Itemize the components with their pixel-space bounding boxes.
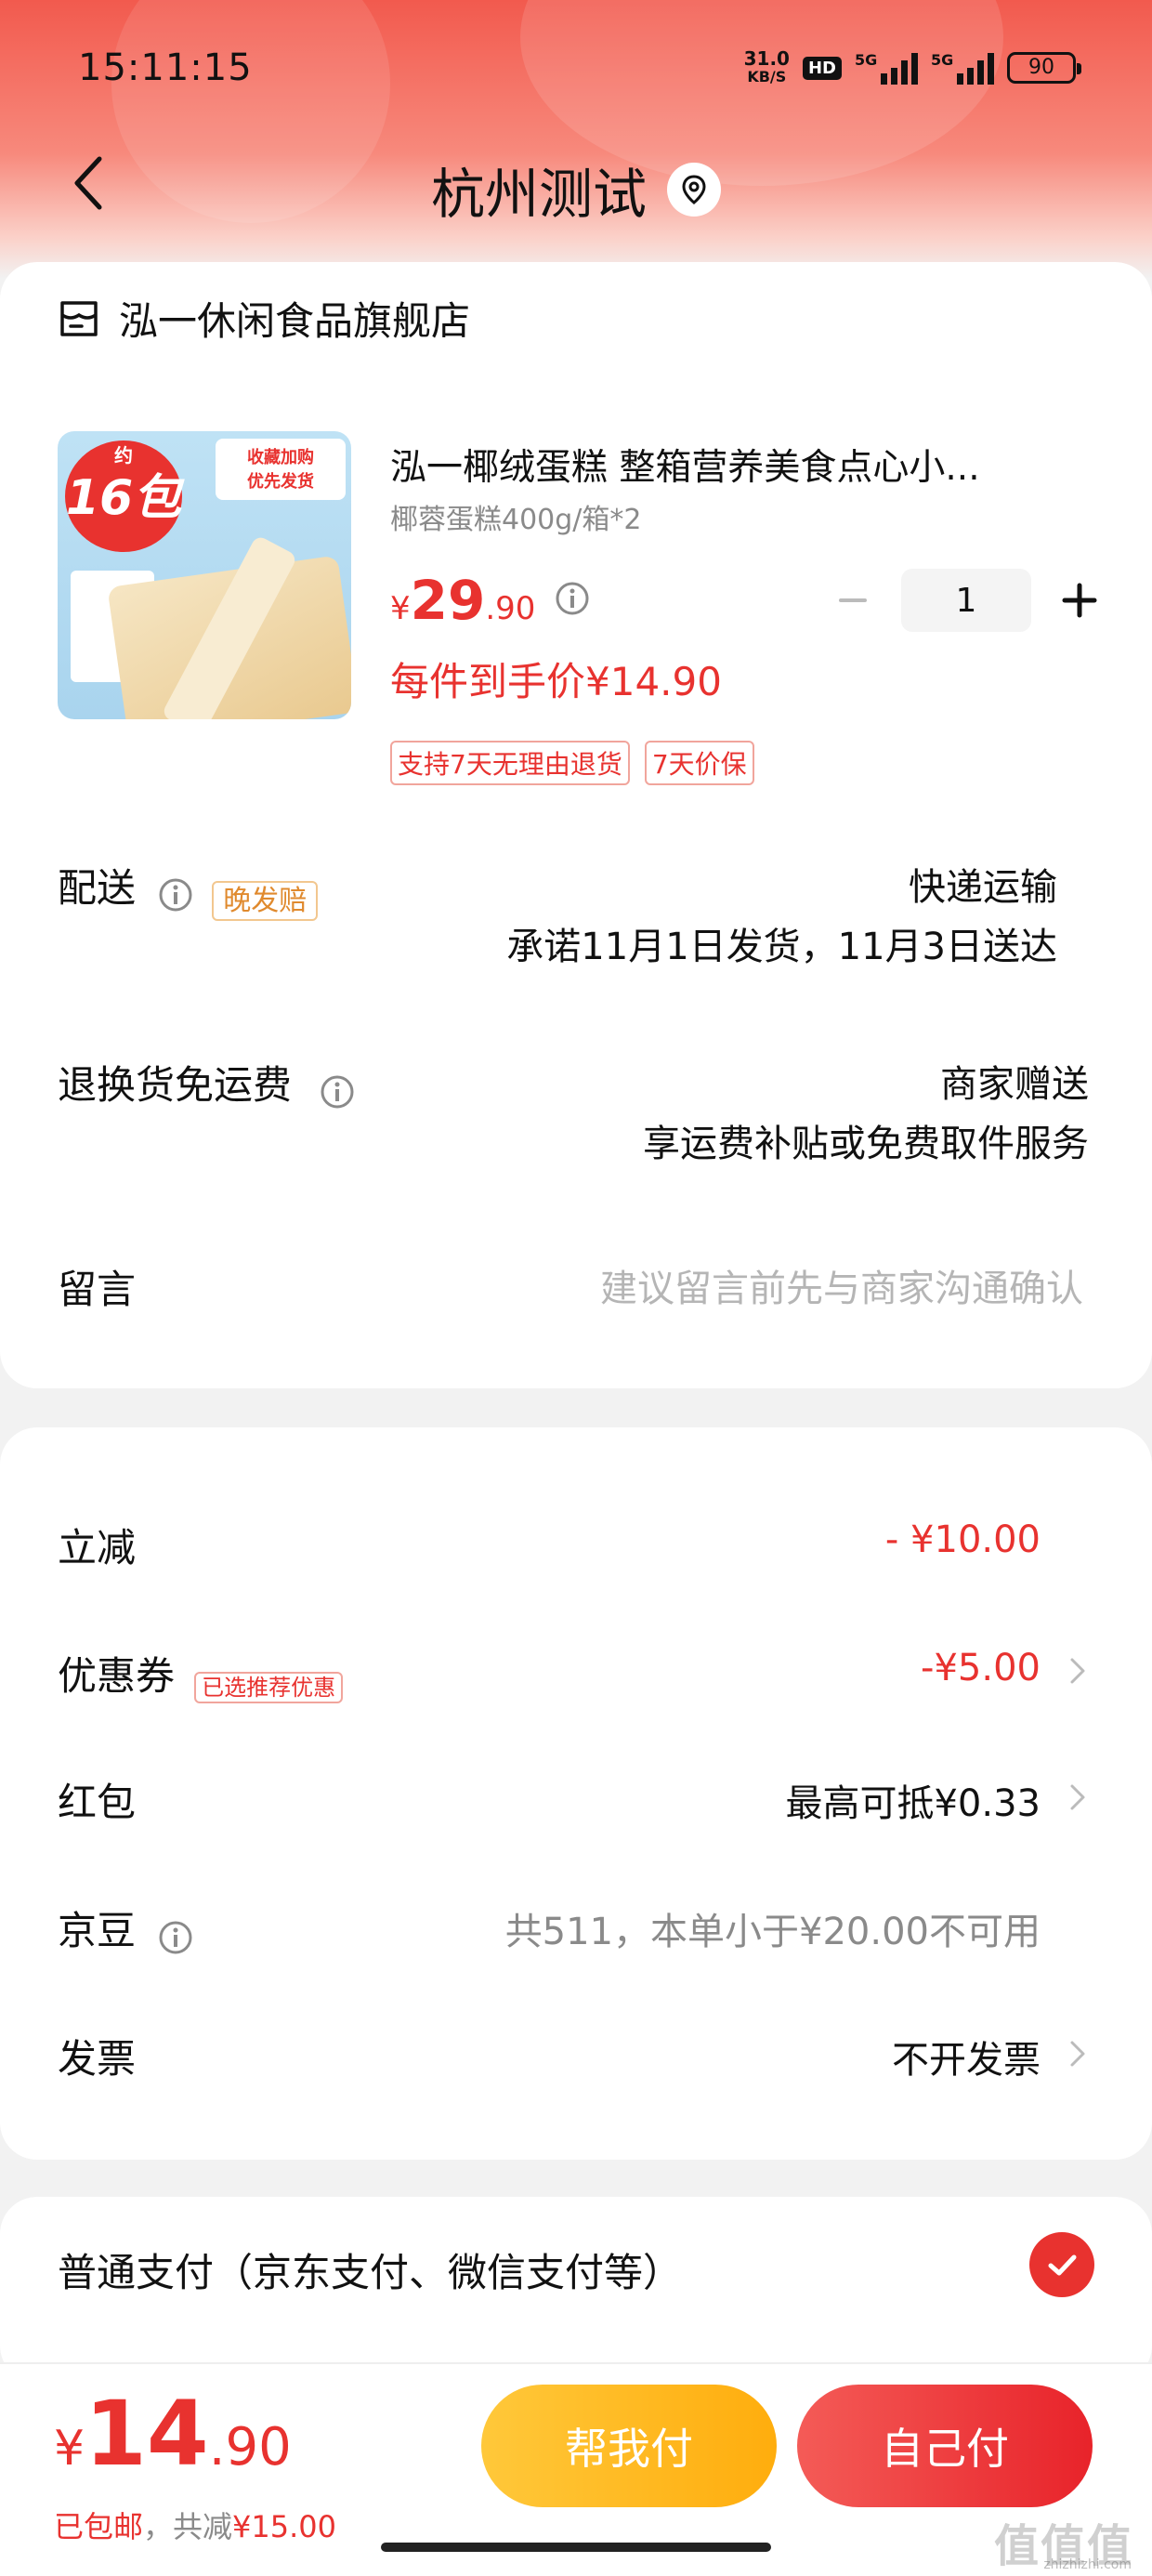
page-title: 杭州测试 <box>430 163 647 226</box>
home-indicator[interactable] <box>381 2543 771 2552</box>
order-item-card: 泓一休闲食品旗舰店 约 16包 收藏加购 优先发货 泓一椰绒蛋糕 整箱营养美食点… <box>0 262 1152 1388</box>
late-compensation-badge[interactable]: 晚发赔 <box>212 880 319 921</box>
service-tags: 支持7天无理由退货 7天价保 <box>390 741 754 785</box>
delivery-promise: 承诺11月1日发货，11月3日送达 <box>506 926 1057 968</box>
coupon-row[interactable]: 优惠券 已选推荐优惠 -¥5.00 <box>58 1645 1089 1703</box>
message-input[interactable]: 建议留言前先与商家沟通确认 <box>600 1258 1083 1312</box>
invoice-value: 不开发票 <box>892 2039 1041 2082</box>
discount-card: 立减 - ¥10.00 优惠券 已选推荐优惠 -¥5.00 红包 最高可抵¥0.… <box>0 1427 1152 2160</box>
store-header[interactable]: 泓一休闲食品旗舰店 <box>58 290 470 347</box>
instant-discount-row: 立减 - ¥10.00 <box>58 1517 1089 1572</box>
message-row: 留言 建议留言前先与商家沟通确认 <box>58 1258 1089 1323</box>
pack-count-badge: 约 16包 <box>65 440 182 552</box>
savings-summary: 已包邮，共减¥15.00 <box>54 2509 336 2544</box>
product-image[interactable]: 约 16包 收藏加购 优先发货 <box>58 431 351 719</box>
decrease-button[interactable] <box>827 574 879 626</box>
signal-icon-2: 5G <box>931 51 994 85</box>
price-info-icon[interactable] <box>554 580 591 617</box>
return-info-icon[interactable] <box>319 1073 356 1111</box>
help-pay-button[interactable]: 帮我付 <box>481 2385 777 2507</box>
delivery-row[interactable]: 配送 晚发赔 快递运输 承诺11月1日发货，11月3日送达 <box>58 857 1089 968</box>
payment-option-row[interactable]: 普通支付（京东支付、微信支付等） <box>58 2241 1089 2297</box>
coupon-chevron-icon <box>1070 1658 1085 1684</box>
return-shipping-desc: 享运费补贴或免费取件服务 <box>643 1123 1089 1165</box>
message-label: 留言 <box>58 1267 137 1312</box>
nav-title-group: 杭州测试 <box>0 151 1152 229</box>
recommended-coupon-badge: 已选推荐优惠 <box>194 1672 344 1703</box>
image-promo-tag: 收藏加购 优先发货 <box>216 439 346 500</box>
red-packet-label: 红包 <box>58 1780 137 1825</box>
return-shipping-label: 退换货免运费 <box>58 1062 293 1108</box>
quantity-stepper: 1 <box>827 569 1106 632</box>
jd-beans-row: 京豆 共511，本单小于¥20.00不可用 <box>58 1899 1089 1955</box>
network-speed: 31.0 KB/S <box>743 47 790 85</box>
location-pin-icon <box>682 175 706 204</box>
signal-icon-1: 5G <box>855 51 918 85</box>
return-shipping-row[interactable]: 退换货免运费 商家赠送 享运费补贴或免费取件服务 <box>58 1054 1089 1165</box>
status-bar: 15:11:15 31.0 KB/S HD 5G 5G 90 <box>0 37 1152 102</box>
delivery-method: 快递运输 <box>909 866 1057 909</box>
self-pay-button[interactable]: 自己付 <box>797 2385 1093 2507</box>
quantity-value[interactable]: 1 <box>901 569 1031 632</box>
store-icon <box>60 300 98 336</box>
jd-beans-label: 京豆 <box>58 1908 137 1953</box>
delivery-info-icon[interactable] <box>157 876 194 913</box>
jd-beans-info-icon[interactable] <box>157 1919 194 1956</box>
red-packet-row[interactable]: 红包 最高可抵¥0.33 <box>58 1771 1089 1827</box>
product-spec: 椰蓉蛋糕400g/箱*2 <box>390 504 642 536</box>
increase-button[interactable] <box>1054 574 1106 626</box>
store-name: 泓一休闲食品旗舰店 <box>119 298 471 344</box>
status-time: 15:11:15 <box>78 46 253 89</box>
minus-icon <box>839 598 867 602</box>
red-packet-chevron-icon <box>1070 1784 1085 1810</box>
payment-card: 普通支付（京东支付、微信支付等） <box>0 2197 1152 2383</box>
delivery-label: 配送 <box>58 865 137 911</box>
invoice-chevron-icon <box>1070 2041 1085 2067</box>
nav-bar: 杭州测试 <box>0 139 1152 232</box>
unit-final-price: 每件到手价¥14.90 <box>390 659 722 704</box>
return-policy-tag[interactable]: 支持7天无理由退货 <box>390 741 630 785</box>
watermark-url: zhizhizhi.com <box>1043 2557 1132 2572</box>
jd-beans-value: 共511，本单小于¥20.00不可用 <box>504 1911 1041 1953</box>
instant-discount-label: 立减 <box>58 1525 137 1571</box>
invoice-row[interactable]: 发票 不开发票 <box>58 2028 1089 2083</box>
total-price: ¥ 14 .90 <box>54 2382 292 2486</box>
coupon-value: -¥5.00 <box>921 1647 1041 1689</box>
plus-icon <box>1062 583 1097 618</box>
payment-selected-check[interactable] <box>1029 2232 1094 2297</box>
payment-option-label: 普通支付（京东支付、微信支付等） <box>58 2250 683 2295</box>
status-indicators: 31.0 KB/S HD 5G 5G 90 <box>743 45 1081 91</box>
hd-icon: HD <box>802 56 842 80</box>
return-shipping-value: 商家赠送 <box>940 1063 1089 1106</box>
product-title[interactable]: 泓一椰绒蛋糕 整箱营养美食点心小... <box>390 439 1096 491</box>
battery-icon: 90 <box>1007 52 1081 84</box>
product-price: ¥ 29 .90 <box>390 569 536 632</box>
red-packet-value: 最高可抵¥0.33 <box>785 1782 1041 1825</box>
checkmark-icon <box>1048 2254 1077 2276</box>
location-button[interactable] <box>667 163 721 217</box>
price-protect-tag[interactable]: 7天价保 <box>644 741 754 785</box>
instant-discount-value: - ¥10.00 <box>884 1518 1041 1561</box>
coupon-label: 优惠券 <box>58 1653 176 1699</box>
invoice-label: 发票 <box>58 2036 137 2082</box>
